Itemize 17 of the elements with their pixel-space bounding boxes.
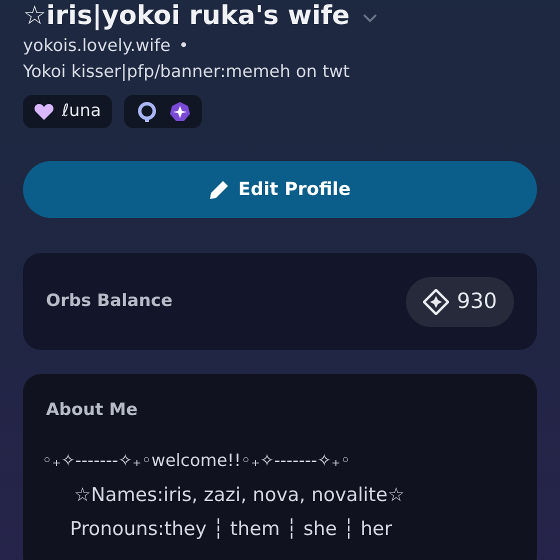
separator-dot: •: [178, 35, 189, 58]
about-heading: About Me: [46, 399, 139, 422]
about-text-line: ☆Names:iris, zazi, nova, novalite☆: [73, 482, 406, 508]
bio-text: Yokoi kisser|pfp/banner:memeh on twt: [23, 61, 351, 84]
gem-icon: [169, 100, 191, 122]
pencil-icon: [209, 180, 230, 200]
orbs-label: Orbs Balance: [46, 290, 172, 313]
clan-tag[interactable]: ℓuna: [23, 95, 112, 128]
orb-icon: [422, 288, 449, 314]
edit-profile-button[interactable]: Edit Profile: [23, 161, 537, 218]
chevron-down-icon[interactable]: [362, 13, 378, 23]
display-name: ☆iris|yokoi ruka's wife: [23, 0, 350, 32]
orbs-balance-pill[interactable]: 930: [406, 276, 514, 326]
about-text-line: Pronouns:they ┆ them ┆ she ┆ her: [69, 516, 394, 542]
username: yokois.lovely.wife: [23, 35, 171, 58]
about-text-line: ◦₊✧-------✧₊◦welcome!!◦₊✧-------✧₊◦: [42, 450, 352, 472]
heart-icon: [34, 102, 54, 120]
